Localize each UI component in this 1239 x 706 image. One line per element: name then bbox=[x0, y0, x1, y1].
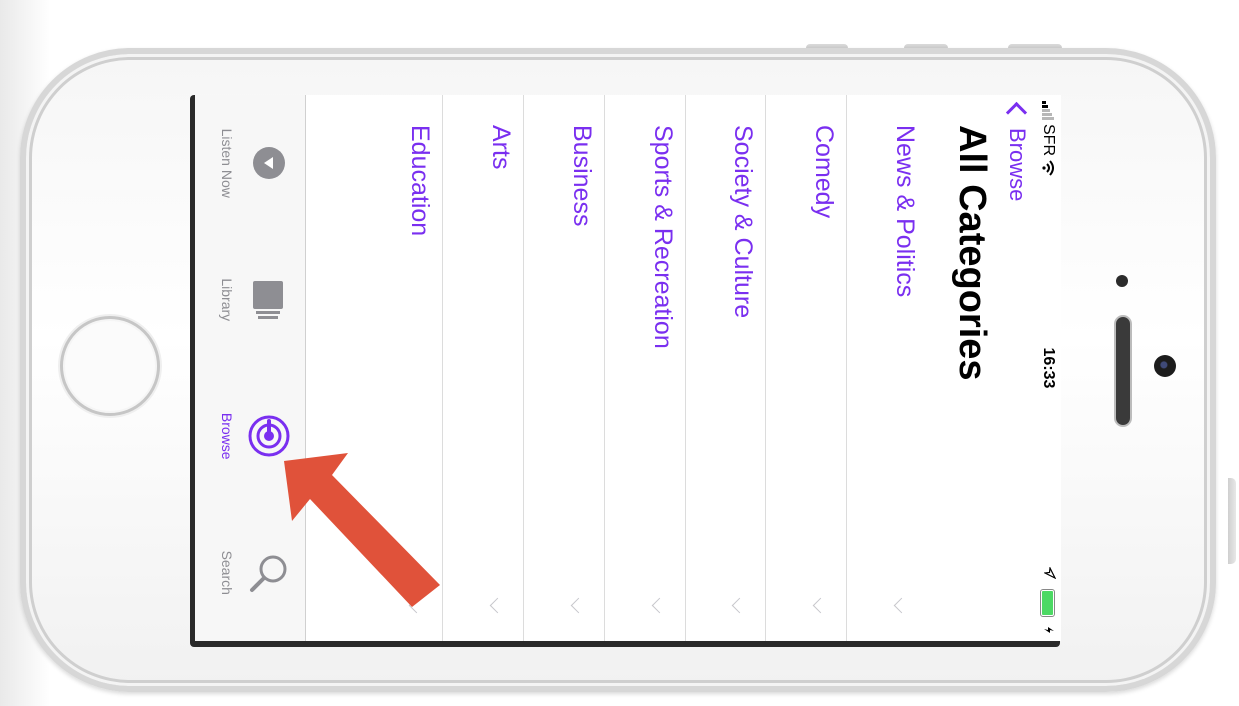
chevron-down-icon[interactable] bbox=[732, 597, 748, 614]
category-item[interactable]: Business bbox=[523, 95, 604, 641]
status-right bbox=[1039, 565, 1057, 633]
category-label: Sports & Recreation bbox=[648, 125, 677, 349]
category-label: Comedy bbox=[810, 125, 839, 219]
category-item[interactable]: Society & Culture bbox=[684, 95, 766, 641]
category-label: Arts bbox=[487, 125, 516, 170]
category-item[interactable]: Comedy bbox=[765, 95, 847, 641]
chevron-down-icon[interactable] bbox=[651, 597, 667, 614]
proximity-sensor bbox=[1116, 275, 1128, 287]
play-circle-icon bbox=[247, 146, 291, 180]
back-button-label: Browse bbox=[1005, 128, 1030, 202]
status-bar: SFR 16:33 bbox=[1037, 95, 1061, 641]
annotation-arrow-icon bbox=[284, 453, 440, 607]
category-label: Society & Culture bbox=[729, 125, 758, 319]
location-arrow-icon bbox=[1039, 565, 1057, 580]
chevron-down-icon[interactable] bbox=[812, 597, 829, 614]
tab-listen-now[interactable]: Listen Now bbox=[219, 113, 305, 213]
power-button bbox=[1228, 478, 1236, 564]
tab-library[interactable]: Library bbox=[219, 250, 305, 350]
category-label: Education bbox=[406, 125, 435, 237]
chevron-down-icon[interactable] bbox=[893, 597, 910, 614]
front-camera bbox=[1154, 355, 1176, 377]
earpiece-speaker bbox=[1114, 315, 1132, 427]
category-item[interactable]: News & Politics bbox=[846, 95, 927, 641]
category-label: Business bbox=[567, 125, 596, 227]
tab-label: Search bbox=[219, 550, 235, 595]
library-icon bbox=[247, 280, 291, 320]
status-time: 16:33 bbox=[1040, 347, 1057, 389]
tab-label: Listen Now bbox=[219, 128, 235, 198]
category-label: News & Politics bbox=[891, 125, 919, 298]
back-button[interactable]: Browse bbox=[997, 95, 1037, 641]
tab-label: Library bbox=[219, 278, 235, 322]
chevron-down-icon[interactable] bbox=[570, 597, 587, 614]
home-button[interactable] bbox=[60, 316, 160, 416]
category-item[interactable]: Sports & Recreation bbox=[603, 95, 685, 641]
category-item[interactable]: Arts bbox=[442, 95, 524, 641]
tab-label: Browse bbox=[219, 412, 235, 460]
chevron-down-icon[interactable] bbox=[489, 597, 506, 614]
chevron-left-icon bbox=[1006, 101, 1028, 124]
battery-icon bbox=[1040, 589, 1056, 617]
page-title: All Categories bbox=[951, 125, 993, 381]
charging-icon bbox=[1039, 627, 1057, 633]
